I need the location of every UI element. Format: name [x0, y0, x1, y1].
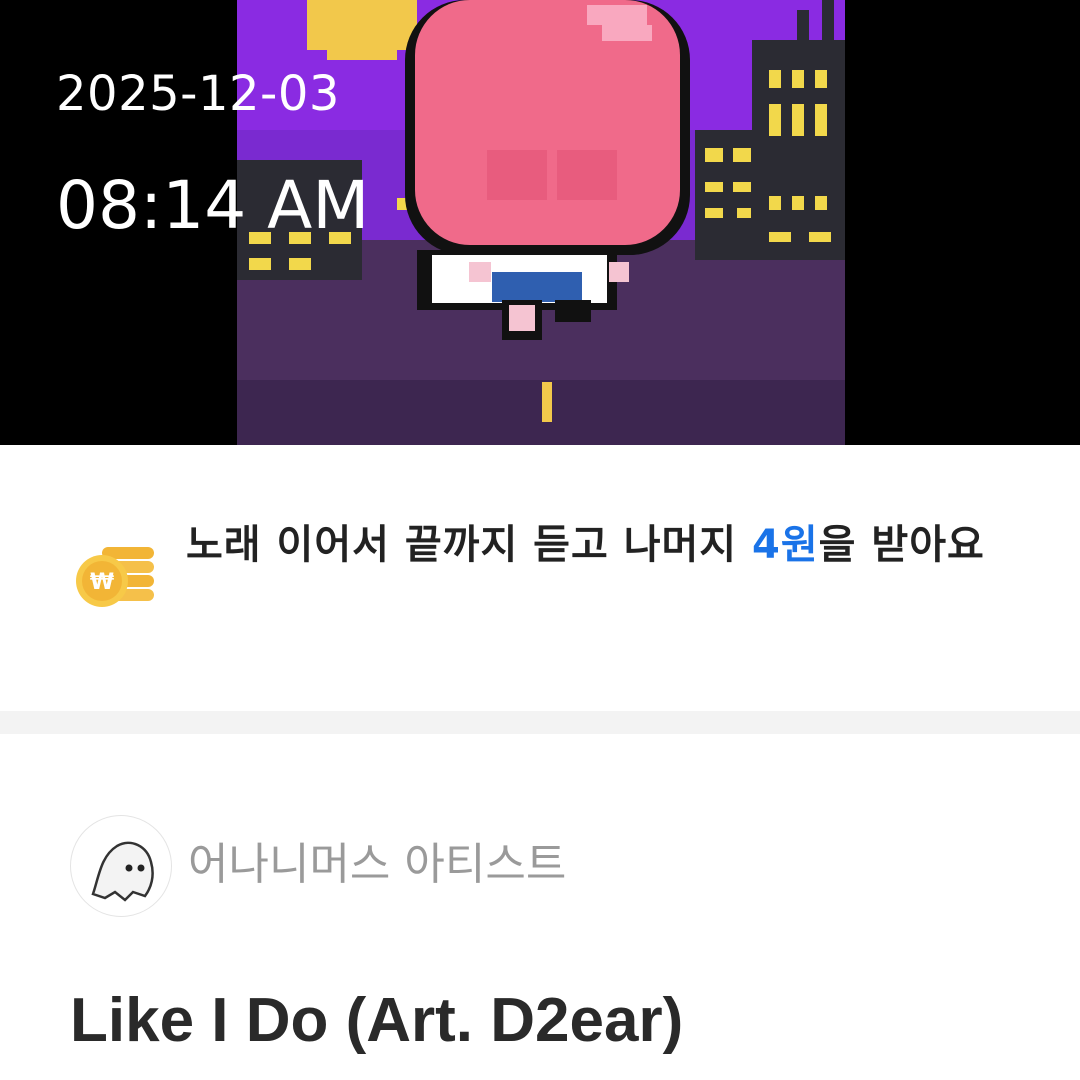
reward-text-before: 노래 이어서 끝까지 듣고 나머지 — [186, 522, 753, 568]
album-art-header: 2025-12-03 08:14 AM — [0, 0, 1080, 445]
won-coin-stack-icon: ₩ — [72, 543, 162, 613]
reward-message: 노래 이어서 끝까지 듣고 나머지 4원을 받아요 — [186, 517, 1006, 573]
artist-name[interactable]: 어나니머스 아티스트 — [188, 837, 788, 893]
song-title: Like I Do (Art. D2ear) — [70, 986, 684, 1055]
overlay-time: 08:14 AM — [56, 167, 370, 244]
reward-text-after: 을 받아요 — [818, 522, 985, 568]
overlay-date: 2025-12-03 — [56, 66, 340, 122]
ghost-icon[interactable] — [70, 815, 172, 917]
section-divider — [0, 711, 1080, 734]
reward-banner[interactable]: ₩ 노래 이어서 끝까지 듣고 나머지 4원을 받아요 — [0, 445, 1080, 711]
svg-text:₩: ₩ — [90, 570, 114, 595]
music-player-screen: 2025-12-03 08:14 AM ₩ 노래 이어서 끝까지 듣고 나머지 … — [0, 0, 1080, 1080]
reward-amount: 4원 — [752, 522, 819, 568]
